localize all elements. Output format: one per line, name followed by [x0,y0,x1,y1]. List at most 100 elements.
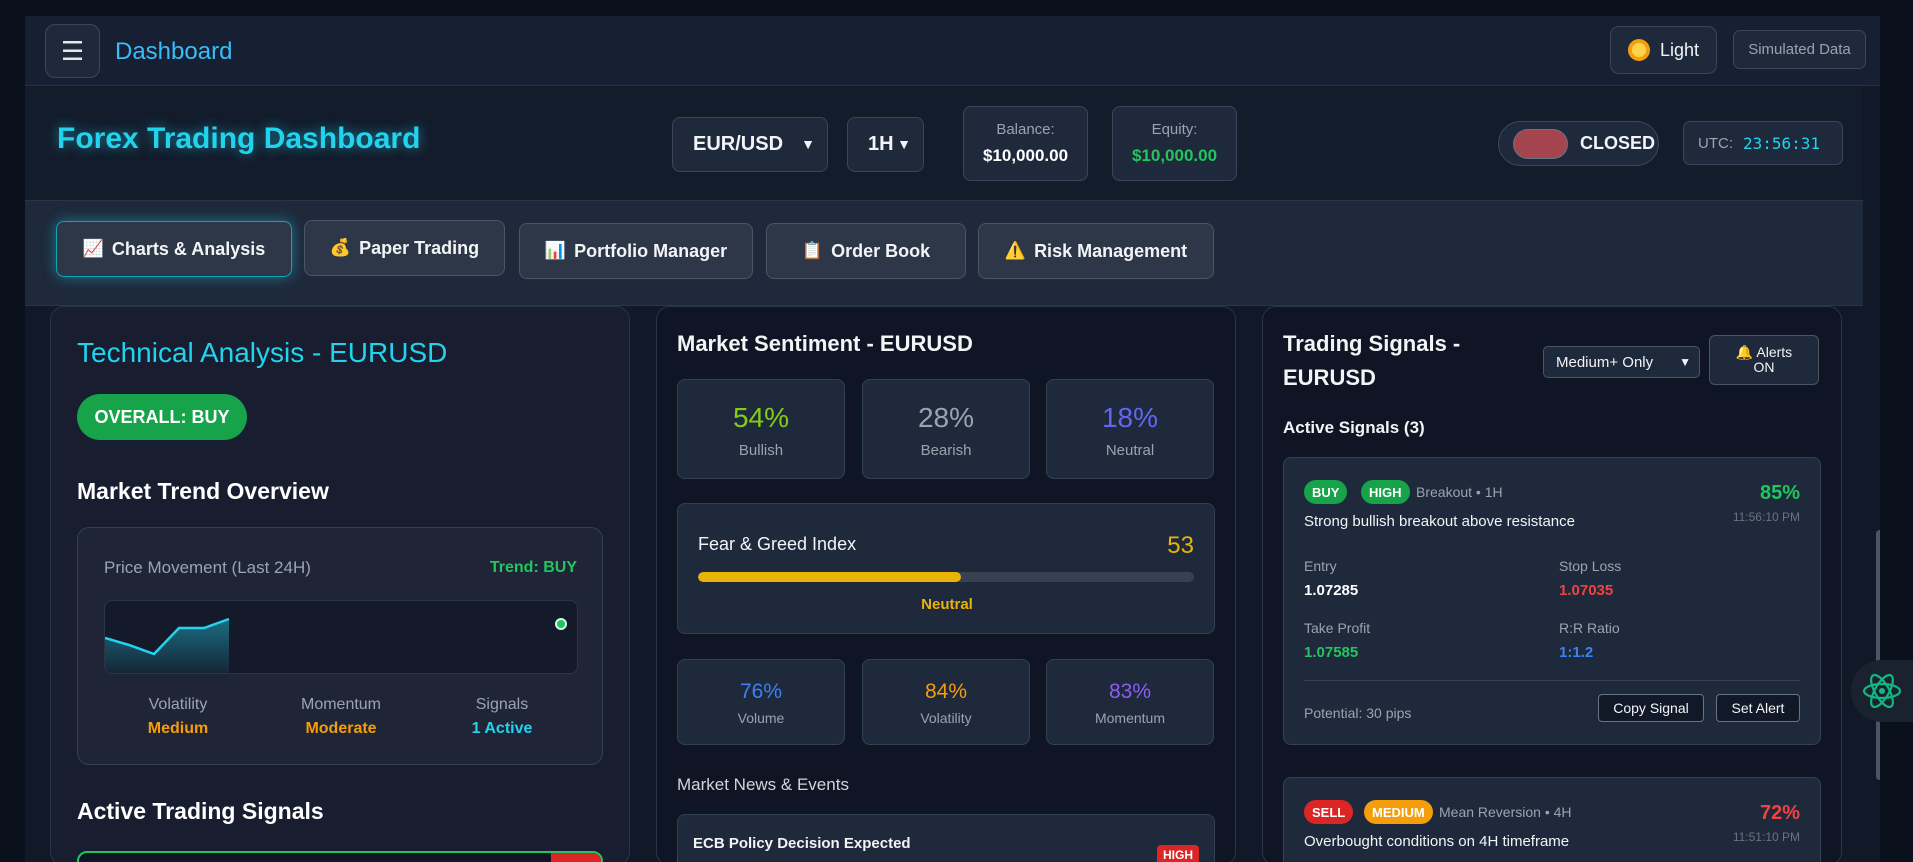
equity-label: Equity: [1151,121,1198,138]
active-signals-heading: Active Signals (3) [1283,418,1425,437]
trading-signals-title: Trading Signals - EURUSD [1283,331,1461,390]
signal-description: Overbought conditions on 4H timeframe [1304,833,1570,850]
bullish-box: 54% Bullish [677,379,845,479]
market-status-label: CLOSED [1580,133,1656,153]
take-profit-field: Take Profit 1.07585 [1304,620,1370,661]
momentum-box: 83% Momentum [1046,659,1214,745]
fear-greed-value: 53 [1167,532,1194,559]
copy-signal-button[interactable]: Copy Signal [1598,694,1704,722]
strength-badge: MEDIUM [1364,800,1433,824]
chevron-down-icon: ▼ [897,136,911,152]
volume-label: Volume [737,710,785,726]
news-item[interactable]: ECB Policy Decision Expected HIGH [677,814,1215,862]
timeframe-select[interactable]: 1H ▼ [847,117,924,172]
pair-select[interactable]: EUR/USD ▼ [672,117,828,172]
news-title: ECB Policy Decision Expected [693,835,911,852]
tab-portfolio-manager[interactable]: 📊 Portfolio Manager [519,223,753,279]
side-badge: BUY [1304,480,1348,504]
rr-ratio-label: R:R Ratio [1559,620,1620,636]
trend-label: Trend: BUY [489,559,577,576]
take-profit-label: Take Profit [1304,620,1371,636]
tab-label: Paper Trading [359,237,480,258]
theme-toggle-button[interactable]: Light [1610,26,1717,74]
tab-charts-analysis[interactable]: 📈 Charts & Analysis [56,221,292,277]
tab-label: Order Book [831,240,931,261]
strength-badge: HIGH [1361,480,1410,504]
signal-time: 11:51:10 PM [1732,830,1800,844]
stop-loss-label: Stop Loss [1559,558,1622,574]
balance-value: $10,000.00 [982,146,1069,165]
sell-marker [551,853,601,862]
scrollbar-thumb[interactable] [1876,530,1880,780]
utc-clock: UTC: 23:56:31 [1683,121,1843,165]
tab-bar: 📈 Charts & Analysis 💰 Paper Trading 📊 Po… [25,200,1880,306]
metric-value: Medium [147,720,209,737]
neutral-percent: 18% [1101,402,1159,433]
signal-card-top [77,851,603,862]
tab-label: Risk Management [1034,240,1188,261]
signal-meta: Breakout • 1H [1416,484,1503,500]
tab-label: Charts & Analysis [111,238,266,259]
entry-label: Entry [1304,558,1337,574]
app-frame: ☰ Dashboard Light Simulated Data Forex T… [25,16,1880,862]
potential-pips: Potential: 30 pips [1304,705,1412,721]
alerts-label: 🔔 Alerts [1735,344,1793,360]
divider [1304,680,1800,681]
alerts-toggle-button[interactable]: 🔔 Alerts ON [1709,335,1819,385]
tab-label: Portfolio Manager [574,240,728,261]
signal-card: SELL MEDIUM Mean Reversion • 4H Overboug… [1283,777,1821,862]
signal-card: BUY HIGH Breakout • 1H Strong bullish br… [1283,457,1821,745]
signal-description: Strong bullish breakout above resistance [1304,513,1575,530]
market-status-toggle[interactable]: CLOSED [1498,121,1659,166]
momentum-metric: Momentum Moderate [261,696,421,738]
take-profit-value: 1.07585 [1304,644,1359,661]
volatility-label: Volatility [920,710,972,726]
impact-badge: HIGH [1157,845,1199,862]
stop-loss-value: 1.07035 [1559,582,1614,599]
momentum-label: Momentum [1094,710,1166,726]
bullish-percent: 54% [732,402,790,433]
clipboard-icon: 📋 [801,241,824,260]
chart-icon: 📈 [82,239,104,258]
fear-greed-state: Neutral [921,596,973,613]
set-alert-button[interactable]: Set Alert [1716,694,1800,722]
volatility-percent: 84% [924,680,968,703]
market-news-heading: Market News & Events [677,775,849,794]
neutral-label: Neutral [1105,442,1155,459]
market-trend-card: Price Movement (Last 24H) Trend: BUY Vol… [77,527,603,765]
alerts-state: ON [1753,359,1775,375]
bearish-percent: 28% [917,402,975,433]
equity-value: $10,000.00 [1131,146,1218,165]
tab-paper-trading[interactable]: 💰 Paper Trading [304,220,505,276]
signal-filter-select[interactable]: Medium+ Only ▼ [1543,346,1700,378]
tab-order-book[interactable]: 📋 Order Book [766,223,966,279]
trading-signals-panel: Trading Signals - EURUSD Medium+ Only ▼ … [1262,306,1842,862]
bearish-label: Bearish [920,442,972,459]
theme-label: Light [1659,39,1700,60]
metric-value: 1 Active [471,720,533,737]
page-title: Forex Trading Dashboard [57,122,421,155]
signal-confidence: 85% [1759,482,1800,504]
tab-risk-management[interactable]: ⚠️ Risk Management [978,223,1214,279]
volume-percent: 76% [739,680,783,703]
status-indicator [1513,128,1568,159]
menu-icon: ☰ [60,35,85,66]
bullish-label: Bullish [738,442,784,459]
signals-metric: Signals 1 Active [422,696,582,738]
fear-greed-bar [698,572,1194,582]
fear-greed-fill [698,572,961,582]
live-dot [555,618,567,630]
react-devtools-button[interactable] [1851,660,1913,722]
metric-value: Moderate [305,720,377,737]
volatility-box: 84% Volatility [862,659,1030,745]
top-bar: ☰ Dashboard Light Simulated Data [25,16,1880,86]
entry-value: 1.07285 [1304,582,1359,599]
pair-value: EUR/USD [693,133,784,155]
side-badge: SELL [1304,800,1354,824]
rr-ratio-value: 1:1.2 [1559,644,1594,661]
rr-ratio-field: R:R Ratio 1:1.2 [1559,620,1620,661]
stop-loss-field: Stop Loss 1.07035 [1559,558,1621,599]
menu-button[interactable]: ☰ [45,24,100,78]
sparkline-svg [105,617,567,673]
volatility-metric: Volatility Medium [98,696,258,738]
